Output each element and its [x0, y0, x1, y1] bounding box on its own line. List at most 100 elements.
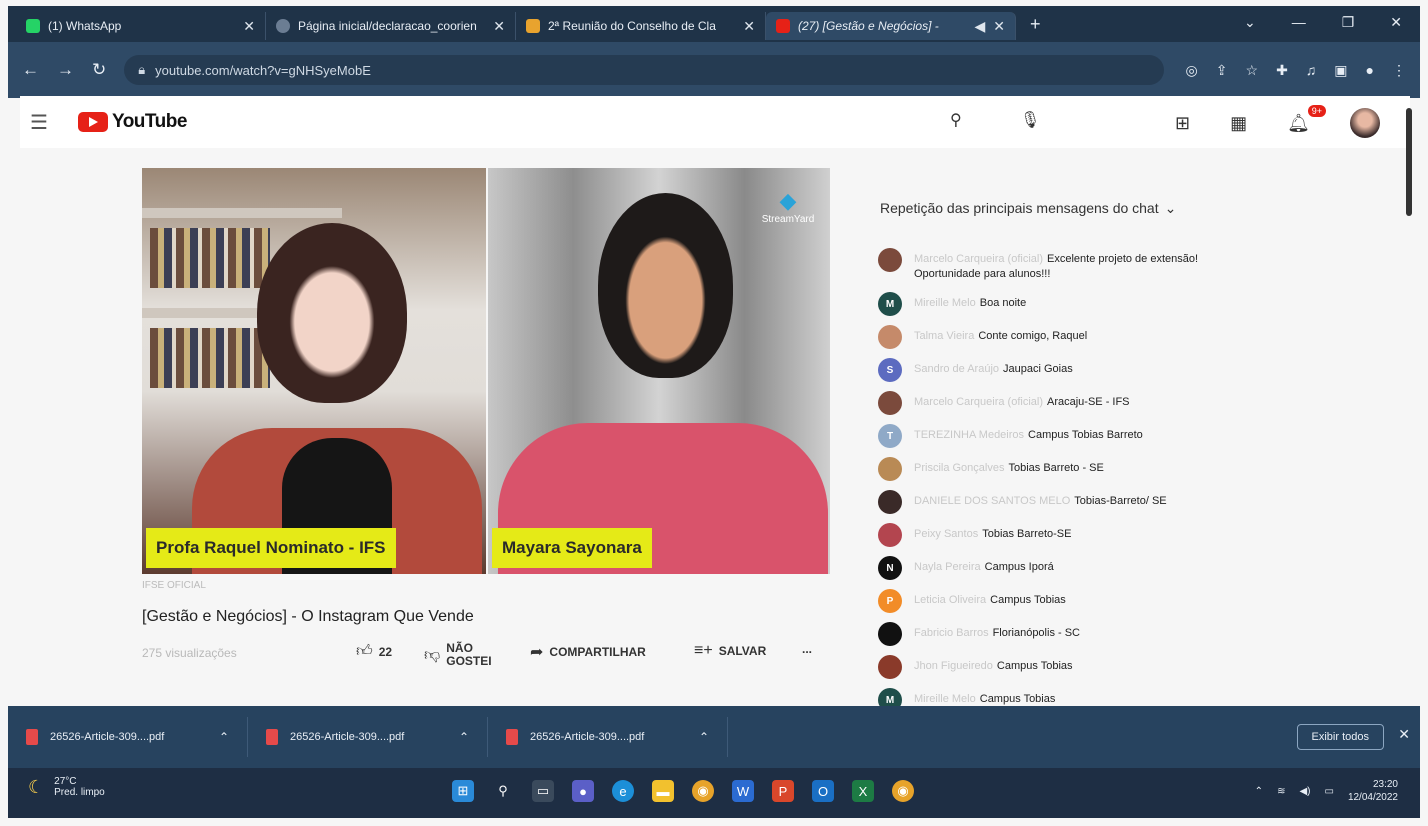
avatar[interactable]: S [878, 358, 902, 382]
avatar[interactable]: T [878, 424, 902, 448]
close-icon[interactable]: ✕ [743, 18, 755, 35]
maximize-button[interactable]: ❐ [1342, 14, 1355, 31]
avatar[interactable]: N [878, 556, 902, 580]
show-all-button[interactable]: Exibir todos [1296, 724, 1384, 750]
chat-author[interactable]: Sandro de Araújo [914, 363, 999, 375]
apps-grid-icon[interactable]: ▦ [1230, 113, 1247, 134]
powerpoint-icon[interactable]: P [772, 780, 794, 802]
file-explorer-icon[interactable]: ▬ [652, 780, 674, 802]
minimize-button[interactable]: — [1292, 14, 1306, 31]
reload-icon[interactable]: ↻ [92, 60, 106, 80]
google-lens-icon[interactable]: ◎ [1186, 62, 1198, 79]
chevron-up-icon[interactable]: ⌃ [459, 730, 469, 744]
forward-icon[interactable]: → [57, 60, 74, 80]
chat-author[interactable]: Peixy Santos [914, 528, 978, 540]
chat-message-body: Marcelo Carqueira (oficial) Aracaju-SE - … [914, 391, 1130, 410]
outlook-icon[interactable]: O [812, 780, 834, 802]
edge-icon[interactable]: e [612, 780, 634, 802]
star-icon[interactable]: ☆ [1246, 62, 1259, 79]
chat-author[interactable]: Nayla Pereira [914, 561, 981, 573]
hamburger-menu-icon[interactable]: ☰ [30, 110, 48, 135]
save-button[interactable]: ≡+ SALVAR [694, 642, 766, 660]
menu-icon[interactable]: ⋮ [1392, 62, 1406, 79]
extensions-icon[interactable]: ✚ [1276, 62, 1288, 79]
avatar[interactable] [1350, 108, 1380, 138]
chevron-up-icon[interactable]: ⌃ [219, 730, 229, 744]
like-button[interactable]: 👍︎ 22 [356, 642, 392, 661]
wifi-icon[interactable]: ≋ [1277, 786, 1285, 797]
media-icon[interactable]: ♫ [1306, 62, 1317, 79]
dislike-button[interactable]: 👎︎ NÃO GOSTEI [424, 642, 492, 668]
chat-author[interactable]: TEREZINHA Medeiros [914, 429, 1024, 441]
tab-search-icon[interactable]: ⌄ [1244, 14, 1256, 31]
close-icon[interactable]: ✕ [993, 18, 1005, 35]
avatar[interactable] [878, 457, 902, 481]
tab-title: 2ª Reunião do Conselho de Cla [548, 19, 716, 33]
clock[interactable]: 23:20 12/04/2022 [1348, 778, 1398, 804]
chat-header[interactable]: Repetição das principais mensagens do ch… [880, 200, 1246, 217]
profile-icon[interactable]: ● [1366, 62, 1374, 79]
address-bar[interactable]: 🔒︎ youtube.com/watch?v=gNHSyeMobE [124, 55, 1165, 85]
new-tab-button[interactable]: + [1030, 14, 1041, 35]
chat-message: Fabricio Barros Florianópolis - SC [878, 622, 1238, 655]
chat-author[interactable]: Jhon Figueiredo [914, 660, 993, 672]
chat-author[interactable]: Marcelo Carqueira (oficial) [914, 253, 1043, 265]
task-view-icon[interactable]: ▭ [532, 780, 554, 802]
mic-icon[interactable]: 🎙︎ [1020, 110, 1040, 130]
avatar[interactable] [878, 523, 902, 547]
youtube-logo[interactable]: YouTube [77, 111, 187, 133]
avatar[interactable] [878, 248, 902, 272]
avatar[interactable]: P [878, 589, 902, 613]
weather-widget[interactable]: ☾ 27°C Pred. limpo [28, 776, 105, 798]
chat-author[interactable]: Fabricio Barros [914, 627, 989, 639]
search-icon[interactable]: ⚲ [950, 110, 962, 130]
side-panel-icon[interactable]: ▣ [1334, 62, 1347, 79]
download-item[interactable]: 26526-Article-309....pdf ⌃ [8, 717, 248, 757]
chat-author[interactable]: Mireille Melo [914, 693, 976, 705]
chat-message: Talma Vieira Conte comigo, Raquel [878, 325, 1238, 358]
chat-icon[interactable]: ● [572, 780, 594, 802]
close-window-button[interactable]: ✕ [1390, 14, 1402, 31]
create-video-icon[interactable]: ⊞ [1175, 113, 1190, 134]
avatar[interactable] [878, 655, 902, 679]
chat-author[interactable]: Priscila Gonçalves [914, 462, 1004, 474]
bell-icon[interactable]: 🔔︎ 9+ [1287, 104, 1326, 134]
chat-author[interactable]: DANIELE DOS SANTOS MELO [914, 495, 1070, 507]
tab-whatsapp[interactable]: (1) WhatsApp ✕ [16, 12, 266, 40]
close-icon[interactable]: ✕ [1398, 726, 1410, 743]
volume-icon[interactable]: ◀) [1299, 786, 1310, 797]
avatar[interactable] [878, 391, 902, 415]
battery-icon[interactable]: ▭ [1324, 786, 1333, 797]
avatar[interactable]: M [878, 292, 902, 316]
download-item[interactable]: 26526-Article-309....pdf ⌃ [488, 717, 728, 757]
chat-author[interactable]: Leticia Oliveira [914, 594, 986, 606]
windows-start-icon[interactable]: ⊞ [452, 780, 474, 802]
chat-author[interactable]: Mireille Melo [914, 297, 976, 309]
video-player[interactable]: Profa Raquel Nominato - IFS ◆ StreamYard… [142, 168, 830, 574]
avatar[interactable] [878, 622, 902, 646]
channel-tag[interactable]: IFSE OFICIAL [142, 580, 832, 594]
page-scrollbar[interactable] [1406, 108, 1412, 216]
chat-author[interactable]: Marcelo Carqueira (oficial) [914, 396, 1043, 408]
avatar[interactable] [878, 490, 902, 514]
chevron-up-icon[interactable]: ⌃ [1255, 786, 1263, 797]
close-icon[interactable]: ✕ [243, 18, 255, 35]
chevron-up-icon[interactable]: ⌃ [699, 730, 709, 744]
excel-icon[interactable]: X [852, 780, 874, 802]
share-button[interactable]: ➦ COMPARTILHAR [530, 642, 646, 662]
more-actions-button[interactable]: ... [802, 642, 812, 656]
close-icon[interactable]: ✕ [493, 18, 505, 35]
tab-reuniao[interactable]: 2ª Reunião do Conselho de Cla ✕ [516, 12, 766, 40]
word-icon[interactable]: W [732, 780, 754, 802]
avatar[interactable] [878, 325, 902, 349]
share-icon[interactable]: ⇪ [1216, 62, 1228, 79]
search-icon[interactable]: ⚲ [492, 780, 514, 802]
back-icon[interactable]: ← [22, 60, 39, 80]
person-face [598, 193, 733, 378]
chat-author[interactable]: Talma Vieira [914, 330, 974, 342]
tab-pagina-inicial[interactable]: Página inicial/declaracao_coorien ✕ [266, 12, 516, 40]
chrome-icon[interactable]: ◉ [692, 780, 714, 802]
download-item[interactable]: 26526-Article-309....pdf ⌃ [248, 717, 488, 757]
tab-youtube[interactable]: (27) [Gestão e Negócios] - ◀ ✕ [766, 12, 1016, 40]
chrome-profile-icon[interactable]: ◉ [892, 780, 914, 802]
